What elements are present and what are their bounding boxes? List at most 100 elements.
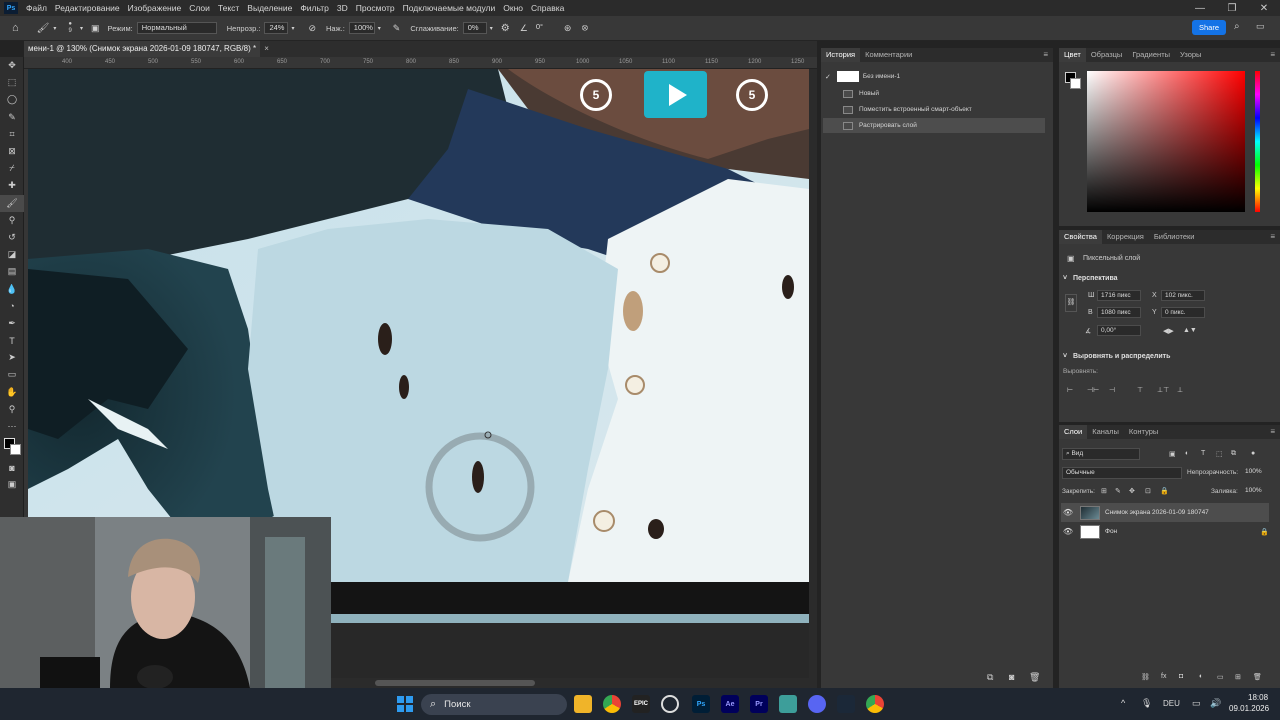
pressure-size-icon[interactable]: ⊛ xyxy=(564,23,572,34)
fx-icon[interactable]: fx xyxy=(1161,673,1166,680)
forward-5-button[interactable]: 5 xyxy=(736,79,768,111)
mode-select[interactable]: Нормальный xyxy=(136,22,217,34)
symmetry-icon[interactable]: ꕕ xyxy=(581,23,588,34)
search-icon[interactable]: ⌕ xyxy=(1234,21,1240,32)
lock-artboard-icon[interactable]: ⊡ xyxy=(1145,487,1151,495)
app-icon[interactable] xyxy=(779,695,797,713)
history-step[interactable]: Поместить встроенный смарт-объект xyxy=(823,102,1045,117)
tray-chevron-up-icon[interactable]: ^ xyxy=(1121,698,1125,708)
layer-row-selected[interactable]: 👁 Снимок экрана 2026-01-09 180747 xyxy=(1061,503,1269,522)
menu-plugins[interactable]: Подключаемые модули xyxy=(399,0,500,16)
tab-properties[interactable]: Свойства xyxy=(1059,230,1102,244)
healing-brush-tool-icon[interactable]: ✚ xyxy=(0,177,24,194)
brush-tool-icon[interactable]: 🖌 xyxy=(0,194,24,212)
history-snapshot[interactable]: ✓ Без имени-1 xyxy=(823,69,1045,84)
windows-start-icon[interactable] xyxy=(396,695,414,713)
link-icon[interactable]: ⛓ xyxy=(1065,294,1077,312)
background-color-swatch[interactable] xyxy=(10,444,21,456)
color-swatches[interactable] xyxy=(0,435,24,459)
filter-shape-icon[interactable]: ⬚ xyxy=(1216,450,1223,458)
crop-tool-icon[interactable]: ⌗ xyxy=(0,126,24,143)
quick-mask-icon[interactable]: ◙ xyxy=(0,459,24,476)
chevron-down-icon[interactable]: ▾ xyxy=(490,25,493,32)
chrome-icon[interactable] xyxy=(866,695,884,713)
marquee-tool-icon[interactable]: ⬚ xyxy=(0,74,24,91)
delete-layer-icon[interactable]: 🗑 xyxy=(1253,673,1262,681)
volume-icon[interactable]: 🔊 xyxy=(1210,698,1221,709)
photoshop-taskbar-icon[interactable]: Ps xyxy=(692,695,710,713)
brush-preset-picker[interactable]: ● 9 xyxy=(68,21,72,35)
menu-select[interactable]: Выделение xyxy=(243,0,296,16)
steam-icon[interactable] xyxy=(837,695,855,713)
share-button[interactable]: Share xyxy=(1192,20,1226,35)
y-input[interactable]: 0 пикс. xyxy=(1161,307,1205,318)
tab-paths[interactable]: Контуры xyxy=(1124,425,1163,439)
align-right-icon[interactable]: ⊣ xyxy=(1109,386,1115,394)
link-layers-icon[interactable]: ⛓ xyxy=(1141,673,1150,681)
gear-icon[interactable]: ⚙ xyxy=(501,23,510,34)
pressure-opacity-icon[interactable]: ⊘ xyxy=(308,23,316,34)
discord-icon[interactable] xyxy=(808,695,826,713)
network-icon[interactable]: ▭ xyxy=(1192,698,1201,709)
tab-comments[interactable]: Комментарии xyxy=(860,48,917,62)
menu-3d[interactable]: 3D xyxy=(333,0,352,16)
align-center-h-icon[interactable]: ⊣⊢ xyxy=(1087,386,1099,394)
background-color-swatch[interactable] xyxy=(1070,78,1081,89)
premiere-taskbar-icon[interactable]: Pr xyxy=(750,695,768,713)
maximize-icon[interactable]: ❐ xyxy=(1216,3,1248,14)
x-input[interactable]: 102 пикс. xyxy=(1161,290,1205,301)
hand-tool-icon[interactable]: ✋ xyxy=(0,384,24,401)
layer-row[interactable]: 👁 Фон 🔒 xyxy=(1061,522,1269,541)
tab-gradients[interactable]: Градиенты xyxy=(1127,48,1175,62)
transform-section-chevron-icon[interactable]: ˅ xyxy=(1063,275,1067,282)
chrome-icon[interactable] xyxy=(603,695,621,713)
type-tool-icon[interactable]: T xyxy=(0,332,24,349)
quick-select-tool-icon[interactable]: ✎ xyxy=(0,109,24,126)
document-tab[interactable]: мени-1 @ 130% (Снимок экрана 2026-01-09 … xyxy=(24,41,269,57)
camera-icon[interactable]: ◙ xyxy=(1009,672,1014,682)
tab-patterns[interactable]: Узоры xyxy=(1175,48,1206,62)
opacity-input[interactable]: 24% xyxy=(264,22,289,34)
menu-help[interactable]: Справка xyxy=(527,0,568,16)
screen-mode-icon[interactable]: ▣ xyxy=(0,476,24,493)
microphone-icon[interactable]: 🎙 xyxy=(1141,698,1152,709)
width-input[interactable]: 1716 пикс xyxy=(1097,290,1141,301)
history-brush-tool-icon[interactable]: ↺ xyxy=(0,229,24,246)
menu-file[interactable]: Файл xyxy=(22,0,51,16)
workspace-icon[interactable]: ▭ xyxy=(1256,21,1265,32)
pen-tool-icon[interactable]: ✒ xyxy=(0,315,24,332)
shape-tool-icon[interactable]: ▭ xyxy=(0,366,24,383)
close-window-icon[interactable]: ✕ xyxy=(1248,3,1280,14)
new-layer-icon[interactable]: ⊞ xyxy=(1235,673,1241,681)
frame-tool-icon[interactable]: ⊠ xyxy=(0,143,24,160)
lock-position-icon[interactable]: ✥ xyxy=(1129,487,1135,495)
history-brush-source-icon[interactable]: ✓ xyxy=(825,73,831,81)
clock-date[interactable]: 09.01.2026 xyxy=(1229,704,1269,713)
lasso-tool-icon[interactable]: ◯ xyxy=(0,91,24,108)
blend-mode-select[interactable]: Обычные xyxy=(1062,467,1182,479)
height-input[interactable]: 1080 пикс xyxy=(1097,307,1141,318)
tab-swatches[interactable]: Образцы xyxy=(1086,48,1128,62)
tab-color[interactable]: Цвет xyxy=(1059,48,1086,62)
flip-vertical-icon[interactable]: ▲▼ xyxy=(1183,327,1197,334)
menu-view[interactable]: Просмотр xyxy=(352,0,399,16)
tab-layers[interactable]: Слои xyxy=(1059,425,1088,439)
tab-history[interactable]: История xyxy=(821,48,861,62)
angle-input[interactable]: 0,00° xyxy=(1097,325,1141,336)
dodge-tool-icon[interactable]: ◔ xyxy=(0,298,24,315)
clock-time[interactable]: 18:08 xyxy=(1248,693,1268,702)
clone-stamp-tool-icon[interactable]: ⚲ xyxy=(0,212,24,229)
panel-menu-icon[interactable]: ≡ xyxy=(1265,48,1280,62)
horizontal-scrollbar[interactable] xyxy=(331,678,809,688)
layer-opacity-input[interactable]: 100% xyxy=(1242,467,1268,479)
eyedropper-tool-icon[interactable]: ⌿ xyxy=(0,160,24,177)
rewind-5-button[interactable]: 5 xyxy=(580,79,612,111)
adjustment-layer-icon[interactable]: ◐ xyxy=(1199,673,1203,680)
filter-toggle-icon[interactable]: ● xyxy=(1251,450,1255,457)
angle-input[interactable]: 0° xyxy=(532,22,554,34)
layer-fill-input[interactable]: 100% xyxy=(1242,486,1268,498)
menu-edit[interactable]: Редактирование xyxy=(51,0,124,16)
tab-libraries[interactable]: Библиотеки xyxy=(1149,230,1200,244)
filter-smart-object-icon[interactable]: ⧉ xyxy=(1231,450,1236,458)
align-center-v-icon[interactable]: ⊥⊤ xyxy=(1157,386,1169,394)
